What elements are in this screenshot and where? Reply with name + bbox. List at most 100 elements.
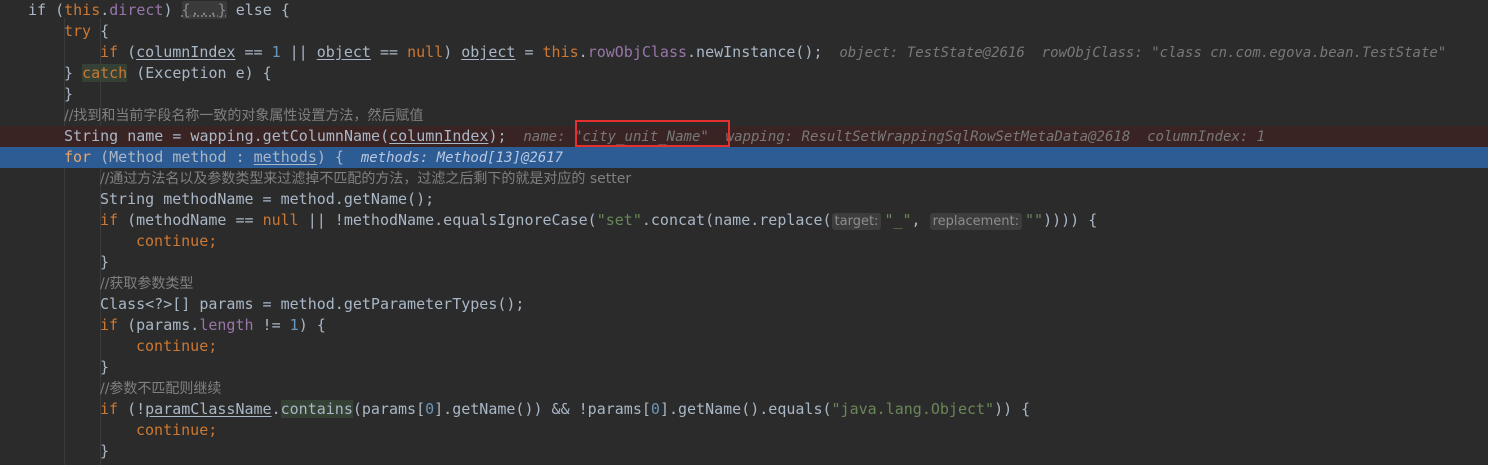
code-token: "_" (884, 211, 912, 229)
code-line[interactable]: continue; (0, 231, 1488, 252)
debug-inline-value: wapping: ResultSetWrappingSqlRowSetMetaD… (708, 129, 1266, 145)
code-token: null (262, 211, 299, 229)
code-token: object (461, 43, 516, 61)
debug-inline-value: methods: Method[13]@2617 (343, 150, 564, 166)
code-line[interactable]: continue; (0, 420, 1488, 441)
code-token: continue (136, 337, 209, 355)
code-token: String name = wapping.getColumnName( (64, 127, 390, 145)
code-token: . (100, 1, 110, 19)
code-token: null (407, 43, 444, 61)
code-token: ) (443, 43, 462, 61)
code-token: length (199, 316, 254, 334)
code-line[interactable]: if (this.direct) {...} else { (0, 0, 1488, 21)
code-token: try (64, 22, 92, 40)
code-line[interactable]: } (0, 441, 1488, 462)
code-token: direct (109, 1, 164, 19)
code-line[interactable]: //参数不匹配则继续 (0, 378, 1488, 399)
code-comment: //获取参数类型 (100, 276, 194, 292)
code-token: != (253, 316, 290, 334)
code-token: if (100, 316, 119, 334)
code-token: object (316, 43, 371, 61)
code-token: ) { (298, 316, 326, 334)
code-token: catch (82, 64, 128, 82)
code-line[interactable]: Class<?>[] params = method.getParameterT… (0, 294, 1488, 315)
code-token: )) { (994, 400, 1031, 418)
code-token: ; (208, 337, 218, 355)
code-token: == (235, 43, 272, 61)
code-line[interactable]: try { (0, 21, 1488, 42)
code-token: { (91, 22, 110, 40)
code-token: .concat(name.replace( (641, 211, 832, 229)
code-token: methods (253, 148, 317, 166)
code-token: this (542, 43, 579, 61)
code-token: "set" (596, 211, 642, 229)
code-token: ].getName().equals( (659, 400, 832, 418)
code-token: (methodName == (118, 211, 263, 229)
code-token: (Exception e) { (127, 64, 272, 82)
code-token: 1 (289, 316, 299, 334)
code-token: this (64, 1, 101, 19)
code-token: == (370, 43, 408, 61)
code-token: } (100, 442, 110, 460)
parameter-hint: target: (831, 213, 882, 230)
code-line[interactable]: if (!paramClassName.contains(params[0].g… (0, 399, 1488, 420)
code-token: Class<?>[] params = method.getParameterT… (100, 295, 525, 313)
code-token: continue (136, 232, 209, 250)
code-token: || (280, 43, 317, 61)
code-line[interactable]: } (0, 84, 1488, 105)
code-line[interactable]: if (columnIndex == 1 || object == null) … (0, 42, 1488, 63)
code-token: if (100, 400, 119, 418)
code-token: ].getName()) && !params[ (434, 400, 651, 418)
code-token: paramClassName (145, 400, 272, 418)
debug-inline-value: object: TestState@2616 rowObjClass: "cla… (822, 45, 1447, 61)
folded-code-toggle[interactable]: {...} (181, 1, 227, 19)
code-line[interactable]: //找到和当前字段名称一致的对象属性设置方法，然后赋值 (0, 105, 1488, 126)
code-token: else { (226, 1, 290, 19)
code-line[interactable]: //获取参数类型 (0, 273, 1488, 294)
code-token: } (64, 64, 83, 82)
code-token: ) (163, 1, 182, 19)
code-line[interactable]: if (methodName == null || !methodName.eq… (0, 210, 1488, 231)
code-token: ; (208, 232, 218, 250)
code-token: , (911, 211, 930, 229)
code-token: rowObjClass (587, 43, 688, 61)
code-token: if (100, 43, 119, 61)
code-comment: //通过方法名以及参数类型来过滤掉不匹配的方法，过滤之后剩下的就是对应的 set… (100, 171, 632, 187)
code-token: ); (488, 127, 507, 145)
code-comment: //找到和当前字段名称一致的对象属性设置方法，然后赋值 (64, 108, 424, 124)
code-token: "" (1025, 211, 1044, 229)
code-line[interactable]: String name = wapping.getColumnName(colu… (0, 126, 1488, 147)
code-token: 0 (425, 400, 435, 418)
code-line[interactable]: } (0, 357, 1488, 378)
code-line[interactable]: continue; (0, 336, 1488, 357)
highlight-box (575, 120, 730, 147)
code-editor[interactable]: if (this.direct) {...} else {try {if (co… (0, 0, 1488, 465)
code-token: if ( (28, 1, 65, 19)
code-token: = (515, 43, 543, 61)
code-line[interactable]: for (Method method : methods) { methods:… (0, 147, 1488, 168)
code-token: "java.lang.Object" (831, 400, 995, 418)
debug-inline-value: name: (506, 129, 574, 145)
code-token: (params[ (352, 400, 426, 418)
code-token: . (578, 43, 588, 61)
code-token: ; (208, 421, 218, 439)
code-token: for (64, 148, 92, 166)
parameter-hint: replacement: (929, 213, 1023, 230)
code-token: || !methodName.equalsIgnoreCase( (298, 211, 597, 229)
code-token: 0 (650, 400, 660, 418)
code-token: (! (118, 400, 146, 418)
code-token: . (271, 400, 281, 418)
code-token: if (100, 211, 119, 229)
code-line[interactable]: } catch (Exception e) { (0, 63, 1488, 84)
code-line[interactable]: } (0, 252, 1488, 273)
code-token: ) { (316, 148, 344, 166)
code-token: contains (280, 400, 353, 418)
code-token: } (64, 85, 74, 103)
code-line[interactable]: String methodName = method.getName(); (0, 189, 1488, 210)
code-token: columnIndex (389, 127, 489, 145)
code-line[interactable]: if (params.length != 1) { (0, 315, 1488, 336)
code-token: )))) { (1043, 211, 1098, 229)
code-comment: //参数不匹配则继续 (100, 381, 222, 397)
code-line[interactable]: //通过方法名以及参数类型来过滤掉不匹配的方法，过滤之后剩下的就是对应的 set… (0, 168, 1488, 189)
code-token: (Method method : (91, 148, 254, 166)
